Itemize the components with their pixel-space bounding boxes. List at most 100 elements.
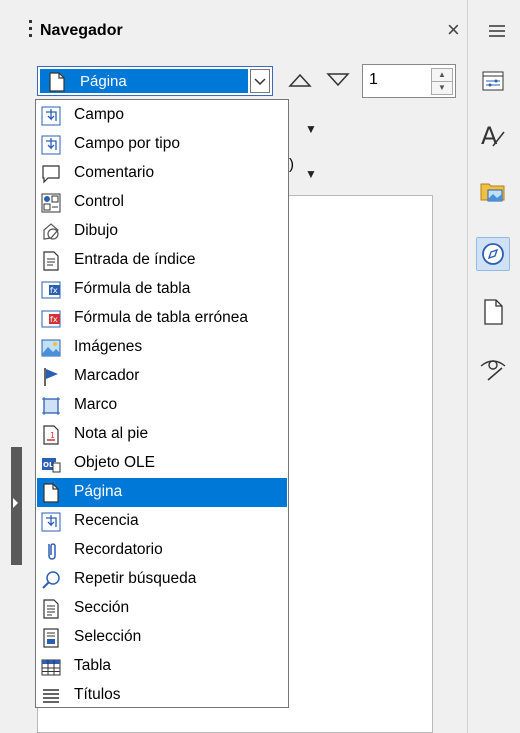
next-arrow-icon[interactable] <box>326 71 350 89</box>
headings-icon <box>43 689 59 703</box>
hidden-control-fragment: ) <box>289 156 294 173</box>
repeat-search-icon <box>42 571 60 589</box>
select-value: Página <box>80 73 127 90</box>
list-item[interactable]: Campo <box>37 101 287 130</box>
list-item[interactable]: Página <box>37 478 287 507</box>
list-item-label: Títulos <box>74 686 121 703</box>
footnote-icon: 1 <box>43 425 59 445</box>
bookmark-icon <box>44 368 58 386</box>
list-item[interactable]: Dibujo <box>37 217 287 246</box>
panel-title: Navegador <box>40 22 123 39</box>
hamburger-menu-icon[interactable] <box>488 24 506 38</box>
list-item[interactable]: 1 Nota al pie <box>37 420 287 449</box>
list-item[interactable]: Control <box>37 188 287 217</box>
selection-icon <box>43 628 59 648</box>
list-item[interactable]: Recordatorio <box>37 536 287 565</box>
chevron-down-icon[interactable]: ▼ <box>305 122 317 136</box>
page-icon <box>49 72 65 92</box>
list-item[interactable]: OLE Objeto OLE <box>37 449 287 478</box>
list-item-label: Dibujo <box>74 222 118 239</box>
list-item-label: Marcador <box>74 367 140 384</box>
spin-down-button[interactable]: ▼ <box>431 81 453 95</box>
expand-arrow-icon <box>13 498 18 508</box>
index-entry-icon <box>43 251 59 271</box>
list-item-label: Fórmula de tabla <box>74 280 191 297</box>
list-item[interactable]: Tabla <box>37 652 287 681</box>
navigator-icon <box>482 243 504 265</box>
properties-icon <box>482 71 504 91</box>
reminder-icon <box>48 543 56 560</box>
list-item-label: Imágenes <box>74 338 143 355</box>
control-icon <box>41 193 61 213</box>
category-select[interactable]: Página <box>37 66 273 96</box>
list-item-label: Sección <box>74 599 130 616</box>
list-item[interactable]: Entrada de índice <box>37 246 287 275</box>
list-item[interactable]: fx Fórmula de tabla errónea <box>37 304 287 333</box>
list-item[interactable]: Selección <box>37 623 287 652</box>
svg-text:A: A <box>481 122 498 150</box>
select-highlight: Página <box>40 69 248 93</box>
list-item-label: Tabla <box>74 657 112 674</box>
list-item-label: Selección <box>74 628 142 645</box>
styles-icon: A <box>481 122 505 150</box>
list-item[interactable]: Repetir búsqueda <box>37 565 287 594</box>
list-item-label: Marco <box>74 396 118 413</box>
comment-icon <box>42 165 60 184</box>
list-item-label: Comentario <box>74 164 155 181</box>
navigator-button[interactable] <box>476 237 510 271</box>
list-item-label: Objeto OLE <box>74 454 155 471</box>
properties-button[interactable] <box>476 64 510 98</box>
previous-arrow-icon[interactable] <box>288 71 312 89</box>
list-item[interactable]: Comentario <box>37 159 287 188</box>
table-icon <box>41 659 61 676</box>
spin-up-button[interactable]: ▲ <box>431 68 453 82</box>
list-item[interactable]: Recencia <box>37 507 287 536</box>
svg-text:1: 1 <box>50 431 55 440</box>
recency-icon <box>41 512 61 532</box>
svg-text:fx: fx <box>50 286 58 295</box>
drag-grip-icon[interactable] <box>29 20 32 44</box>
style-inspector-button[interactable] <box>476 350 510 384</box>
list-item-label: Repetir búsqueda <box>74 570 197 587</box>
list-item-label: Campo por tipo <box>74 135 180 152</box>
list-item[interactable]: fx Fórmula de tabla <box>37 275 287 304</box>
ole-object-icon: OLE <box>42 458 61 473</box>
list-item[interactable]: Sección <box>37 594 287 623</box>
list-item[interactable]: Marco <box>37 391 287 420</box>
page-icon <box>484 299 503 325</box>
list-item-label: Campo <box>74 106 124 123</box>
list-item-label: Página <box>74 483 123 500</box>
page-number-spinbox[interactable]: 1 ▲ ▼ <box>362 64 456 98</box>
chevron-down-icon[interactable]: ▼ <box>305 167 317 181</box>
page-icon <box>43 483 59 503</box>
list-item[interactable]: Imágenes <box>37 333 287 362</box>
list-item-label: Entrada de índice <box>74 251 196 268</box>
select-dropdown-button[interactable] <box>250 69 270 93</box>
gallery-button[interactable] <box>476 174 510 208</box>
list-item-label: Control <box>74 193 124 210</box>
list-item[interactable]: Marcador <box>37 362 287 391</box>
styles-button[interactable]: A <box>476 118 510 152</box>
field-by-type-icon <box>41 135 61 155</box>
chevron-down-icon <box>254 78 266 86</box>
category-dropdown-list: Campo Campo por tipo Comentario Control … <box>35 99 289 708</box>
page-number-value[interactable]: 1 <box>369 71 378 89</box>
list-item[interactable]: Campo por tipo <box>37 130 287 159</box>
section-icon <box>43 599 59 619</box>
style-inspector-icon <box>480 360 506 381</box>
list-item[interactable]: Títulos <box>37 681 287 710</box>
page-button[interactable] <box>476 295 510 329</box>
list-item-label: Nota al pie <box>74 425 149 442</box>
list-item-label: Fórmula de tabla errónea <box>74 309 249 326</box>
table-formula-icon: fx <box>41 281 61 299</box>
field-icon <box>41 106 61 126</box>
svg-text:fx: fx <box>50 315 58 324</box>
gallery-icon <box>480 183 505 202</box>
sidebar-splitter[interactable] <box>0 0 22 733</box>
drawing-icon <box>43 223 59 240</box>
frame-icon <box>42 397 60 415</box>
list-item-label: Recencia <box>74 512 139 529</box>
close-icon[interactable]: × <box>447 18 460 42</box>
wrong-table-formula-icon: fx <box>41 310 61 328</box>
images-icon <box>41 339 61 357</box>
